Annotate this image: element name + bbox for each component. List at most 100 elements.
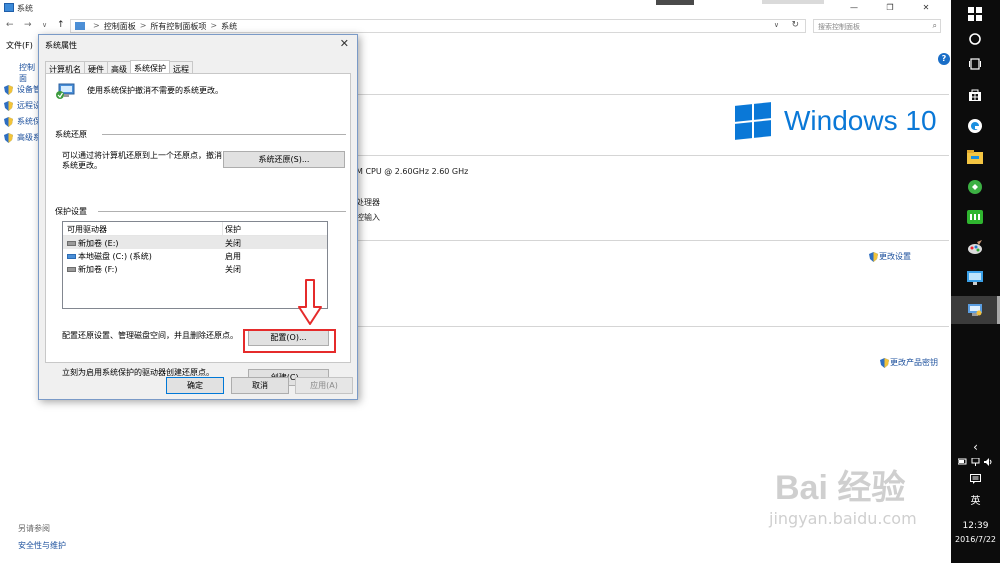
refresh-icon[interactable]: ↻ <box>791 20 799 30</box>
taskbar: ‹ 英 12:39 2016/7/22 <box>951 0 1000 563</box>
breadcrumb-control-panel[interactable]: 控制面板 <box>104 21 136 32</box>
dialog-title: 系统属性 <box>45 41 77 50</box>
breadcrumb-all-items[interactable]: 所有控制面板项 <box>150 21 206 32</box>
system-drive-icon <box>67 254 76 259</box>
apply-button[interactable]: 应用(A) <box>295 377 353 394</box>
cortana-icon[interactable] <box>964 29 986 49</box>
drive-list-header: 可用驱动器 保护 <box>63 222 327 236</box>
section-divider <box>355 240 949 241</box>
tab-hardware[interactable]: 硬件 <box>84 61 108 74</box>
section-divider <box>98 211 346 212</box>
up-arrow-icon[interactable]: ↑ <box>57 20 65 30</box>
drive-column-header[interactable]: 可用驱动器 <box>67 224 107 235</box>
help-icon[interactable]: ? <box>938 53 950 65</box>
tab-remote[interactable]: 远程 <box>169 61 193 74</box>
tab-advanced[interactable]: 高级 <box>107 61 131 74</box>
table-row[interactable]: 本地磁盘 (C:) (系统) 启用 <box>63 249 327 262</box>
shield-icon <box>869 251 878 262</box>
sidebar-item-remote-settings[interactable]: 远程设 <box>4 100 41 111</box>
back-arrow-icon[interactable]: ← <box>6 20 14 30</box>
start-icon[interactable] <box>964 4 986 24</box>
address-row: ← → ∨ ↑ > 控制面板 > 所有控制面板项 > 系统 ∨ ↻ 搜索控制面板… <box>0 17 950 35</box>
protection-description: 使用系统保护撤消不需要的系统更改。 <box>87 86 223 95</box>
menu-file[interactable]: 文件(F) <box>6 40 33 51</box>
configure-text: 配置还原设置、管理磁盘空间，并且删除还原点。 <box>62 331 238 340</box>
drive-list[interactable]: 可用驱动器 保护 新加卷 (E:) 关闭 本地磁盘 (C:) (系统) 启用 新… <box>62 221 328 309</box>
forward-arrow-icon[interactable]: → <box>24 20 32 30</box>
green-app-icon[interactable] <box>964 177 986 197</box>
cpu-info: M CPU @ 2.60GHz 2.60 GHz <box>356 167 469 176</box>
input-method-indicator[interactable]: 英 <box>951 492 1000 507</box>
system-protection-icon <box>56 83 75 99</box>
ok-button[interactable]: 确定 <box>166 377 224 394</box>
dialog-close-icon[interactable]: ✕ <box>340 37 349 50</box>
cancel-button[interactable]: 取消 <box>231 377 289 394</box>
clock-date[interactable]: 2016/7/22 <box>951 535 1000 544</box>
maximize-button[interactable]: ❐ <box>872 1 908 15</box>
baidu-watermark: Bai 经验 jingyan.baidu.com <box>769 460 917 528</box>
control-panel-icon[interactable] <box>964 300 986 320</box>
system-restore-text: 可以通过将计算机还原到上一个还原点，撤消系统更改。 <box>62 151 222 170</box>
minimize-button[interactable]: — <box>836 1 872 15</box>
shield-icon <box>4 84 13 95</box>
sidebar-item-system-protection[interactable]: 系统保 <box>4 116 41 127</box>
drive-icon <box>67 241 76 246</box>
protection-settings-heading: 保护设置 <box>55 207 87 216</box>
windows-flag-icon <box>735 102 771 140</box>
system-type-info: 处理器 <box>356 198 380 207</box>
control-panel-icon <box>75 22 85 30</box>
search-input[interactable]: 搜索控制面板 ⌕ <box>813 19 941 33</box>
system-restore-heading: 系统还原 <box>55 130 87 139</box>
shield-icon <box>880 357 889 368</box>
watermark-brand: Bai 经验 <box>775 469 906 507</box>
address-dropdown-icon[interactable]: ∨ <box>774 21 779 29</box>
section-divider <box>355 326 949 327</box>
network-icon[interactable] <box>971 458 980 466</box>
system-restore-button[interactable]: 系统还原(S)... <box>223 151 345 168</box>
sidebar-item-advanced-settings[interactable]: 高级系 <box>4 132 41 143</box>
address-bar[interactable]: > 控制面板 > 所有控制面板项 > 系统 ∨ ↻ <box>70 19 806 33</box>
watermark-url: jingyan.baidu.com <box>769 509 917 528</box>
store-icon[interactable] <box>964 85 986 105</box>
close-window-button[interactable]: ✕ <box>908 1 944 15</box>
remote-desktop-icon[interactable] <box>964 268 986 288</box>
browser-icon[interactable] <box>964 116 986 136</box>
tab-computer-name[interactable]: 计算机名 <box>45 61 85 74</box>
action-center-icon[interactable] <box>951 474 1000 487</box>
sidebar-item-device-manager[interactable]: 设备管 <box>4 84 41 95</box>
section-divider <box>355 155 949 156</box>
protection-column-header[interactable]: 保护 <box>225 224 241 235</box>
section-divider <box>355 94 949 95</box>
tab-system-protection[interactable]: 系统保护 <box>130 60 170 73</box>
search-placeholder: 搜索控制面板 <box>818 23 860 31</box>
pen-touch-info: 控输入 <box>356 213 380 222</box>
red-arrow-icon <box>298 279 322 325</box>
drive-icon <box>67 267 76 272</box>
see-also-heading: 另请参阅 <box>18 524 50 533</box>
tray-icons <box>951 458 1000 466</box>
window-edge-strip <box>656 0 694 5</box>
paint-icon[interactable] <box>964 238 986 258</box>
battery-icon[interactable] <box>958 458 967 465</box>
change-product-key-link[interactable]: 更改产品密钥 <box>880 357 938 368</box>
search-icon[interactable]: ⌕ <box>933 21 937 31</box>
control-panel-home-link[interactable]: 控制面 <box>19 62 40 84</box>
recent-locations-icon[interactable]: ∨ <box>42 21 47 29</box>
window-edge-strip <box>762 0 824 4</box>
show-hidden-icons-chevron[interactable]: ‹ <box>951 440 1000 454</box>
system-app-icon <box>4 3 14 12</box>
file-explorer-icon[interactable] <box>964 147 986 167</box>
section-divider <box>102 134 346 135</box>
shield-icon <box>4 116 13 127</box>
volume-icon[interactable] <box>984 458 993 466</box>
shield-icon <box>4 100 13 111</box>
change-settings-link[interactable]: 更改设置 <box>869 251 911 262</box>
table-row[interactable]: 新加卷 (E:) 关闭 <box>63 236 327 249</box>
task-view-icon[interactable] <box>964 54 986 74</box>
windows-logo: Windows 10 <box>735 102 937 140</box>
clock-time[interactable]: 12:39 <box>951 521 1000 531</box>
breadcrumb-system[interactable]: 系统 <box>221 21 237 32</box>
security-maintenance-link[interactable]: 安全性与维护 <box>18 540 66 551</box>
iqiyi-icon[interactable] <box>964 207 986 227</box>
table-row[interactable]: 新加卷 (F:) 关闭 <box>63 262 327 275</box>
